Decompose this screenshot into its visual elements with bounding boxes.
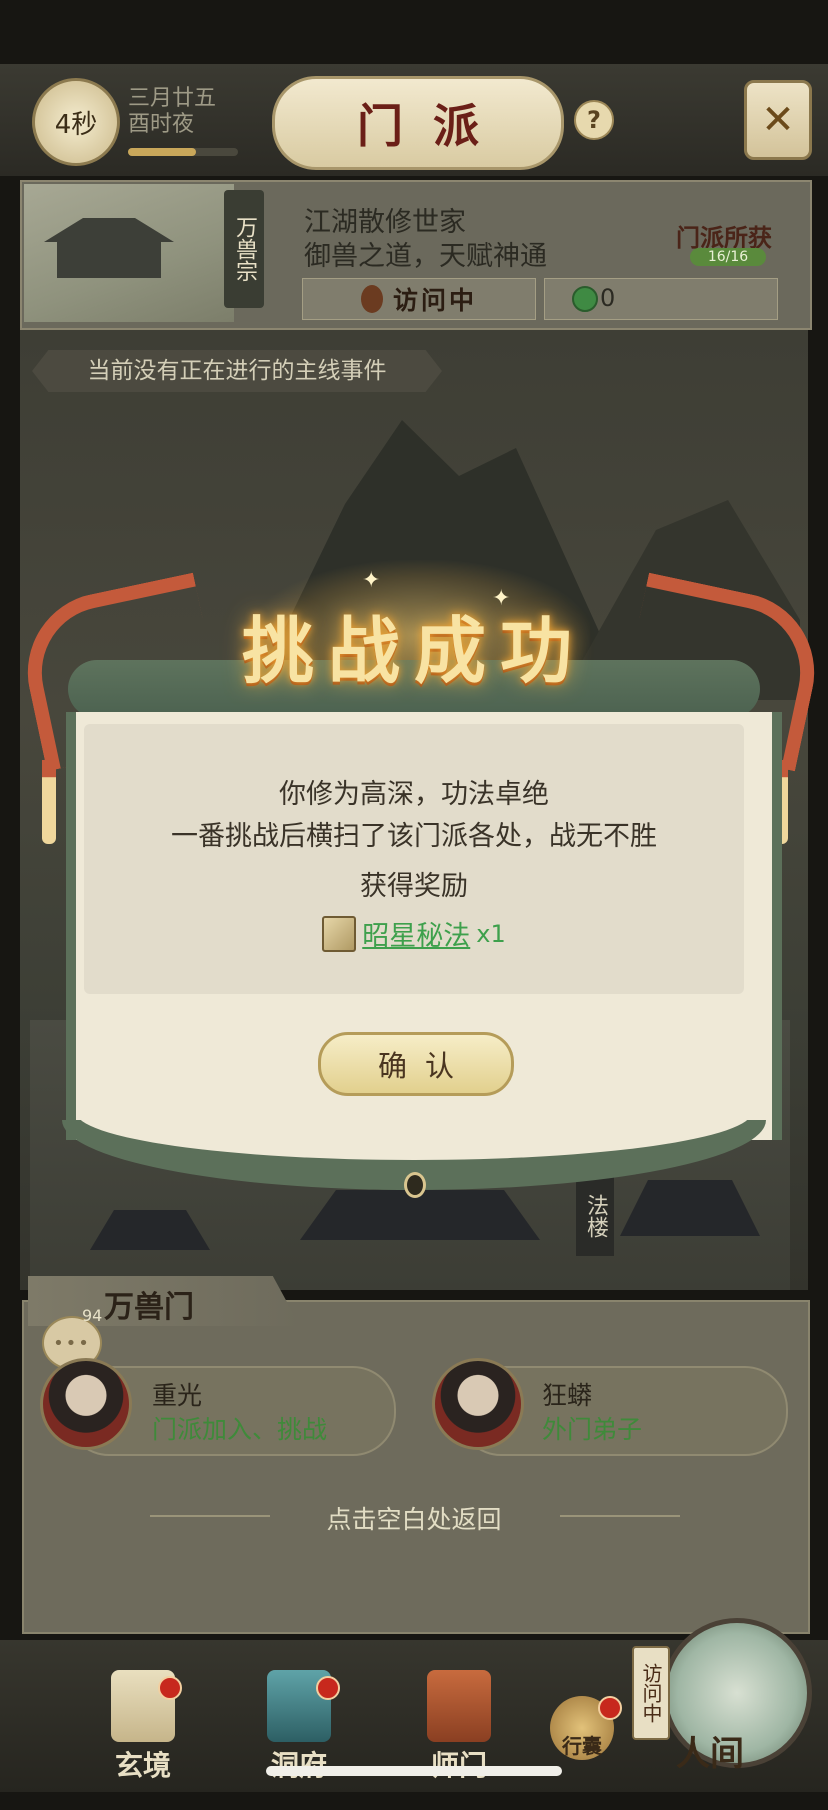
nav-label: 师门 (404, 1744, 514, 1784)
confirm-label: 确认 (377, 1049, 472, 1083)
main-event-banner: 当前没有正在进行的主线事件 (32, 350, 442, 392)
timer-text: 4秒 (54, 109, 98, 140)
crossed-swords-icon[interactable]: ✕ (744, 80, 812, 160)
nav-item-xuanjing[interactable]: 玄境 (88, 1664, 198, 1784)
sect-gain-value: 0 (600, 284, 616, 312)
nav-label: 行囊 (562, 1734, 602, 1758)
reward-quantity: x1 (476, 919, 506, 948)
timer-badge: 4秒 (32, 78, 120, 166)
avatar[interactable] (40, 1358, 132, 1450)
npc-role: 外门弟子 (542, 1415, 643, 1444)
npc-panel (22, 1300, 810, 1634)
fa-tower-label[interactable]: 法楼 (576, 1176, 614, 1256)
world-visit-tag: 访问中 (632, 1646, 670, 1740)
tassel-left (42, 760, 56, 844)
question-icon[interactable]: ? (574, 100, 614, 140)
home-indicator[interactable] (266, 1766, 562, 1776)
nav-label: 玄境 (114, 1749, 171, 1782)
dialog-title: 挑战成功 (241, 608, 586, 693)
jade-icon (572, 286, 598, 312)
notification-dot (316, 1676, 340, 1700)
npc-panel-title: 万兽门 (104, 1290, 194, 1325)
visit-status-button[interactable]: 访问中 (302, 278, 536, 320)
sect-description-line-2: 御兽之道，天赋神通 (304, 241, 547, 272)
sect-name-tag: 万兽宗 (224, 190, 264, 308)
npc-role: 门派加入、挑战 (152, 1415, 328, 1444)
manual-scroll-icon (322, 915, 357, 952)
building-roof (300, 1190, 540, 1240)
avatar[interactable] (432, 1358, 524, 1450)
date-line-1: 三月廿五 (128, 86, 217, 111)
lantern-icon (360, 285, 383, 313)
game-date: 三月廿五 酉时夜 (128, 86, 216, 138)
reward-item: 昭星秘法 x1 (84, 914, 744, 953)
npc-name: 重光 (152, 1381, 203, 1410)
confirm-button[interactable]: 确认 (318, 1032, 514, 1096)
dialog-message-line-1: 你修为高深，功法卓绝 (279, 779, 549, 810)
scroll-pin (404, 1172, 426, 1198)
sparkle-icon: ✦ (362, 568, 381, 593)
visit-status-label: 访问中 (392, 286, 477, 315)
dialog-message-line-2: 一番挑战后横扫了该门派各处，战无不胜 (171, 821, 657, 852)
date-line-2: 酉时夜 (128, 112, 195, 137)
sparkle-icon: ✦ (492, 586, 511, 611)
dialog-reward-heading: 获得奖励 (360, 871, 468, 902)
world-label: 人间 (676, 1734, 744, 1774)
reward-name-link[interactable]: 昭星秘法 (362, 914, 470, 953)
page-title: 门派 (357, 99, 509, 153)
chat-count-badge: 94 (82, 1306, 103, 1325)
nav-label: 洞府 (244, 1744, 354, 1784)
time-progress-fill (128, 148, 196, 156)
dialog-message-area (84, 724, 744, 994)
npc-name: 狂蟒 (542, 1381, 593, 1410)
return-hint[interactable]: 点击空白处返回 (0, 1500, 828, 1536)
notification-dot (598, 1696, 622, 1720)
banner-icon (427, 1670, 491, 1742)
notification-dot (158, 1676, 182, 1700)
sect-gain-count: 16/16 (690, 248, 766, 266)
page-title-plate: 门派 (272, 76, 564, 170)
